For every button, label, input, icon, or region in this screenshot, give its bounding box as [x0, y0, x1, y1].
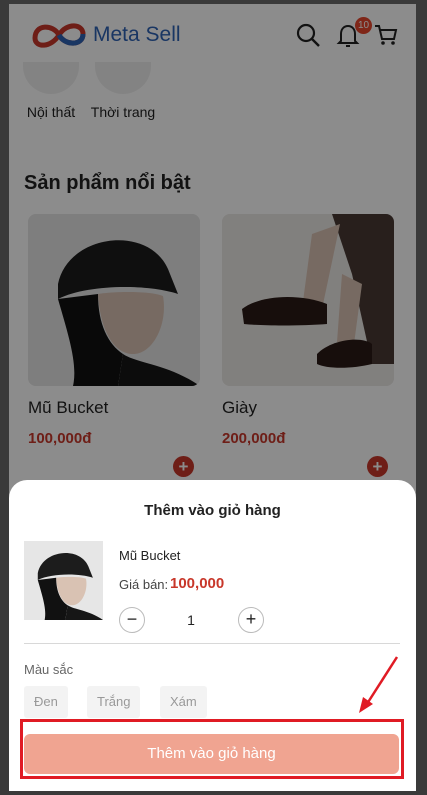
- bucket-hat-thumbnail: [24, 541, 103, 620]
- color-option-black[interactable]: Đen: [24, 686, 68, 718]
- quantity-decrease-button[interactable]: −: [119, 607, 145, 633]
- color-label: Màu sắc: [24, 662, 74, 677]
- pointer-arrow-icon: [359, 656, 399, 713]
- sheet-product-name: Mũ Bucket: [119, 548, 181, 563]
- divider: [24, 643, 400, 644]
- color-option-white[interactable]: Trắng: [87, 686, 141, 718]
- sheet-price: 100,000: [170, 575, 225, 592]
- quantity-value[interactable]: 1: [181, 612, 201, 628]
- price-label: Giá bán:: [119, 577, 169, 592]
- sheet-product-thumbnail: [24, 541, 103, 620]
- quantity-increase-button[interactable]: +: [238, 607, 264, 633]
- sheet-title: Thêm vào giỏ hàng: [144, 502, 281, 519]
- color-option-gray[interactable]: Xám: [160, 686, 207, 718]
- highlight-box: [20, 719, 404, 779]
